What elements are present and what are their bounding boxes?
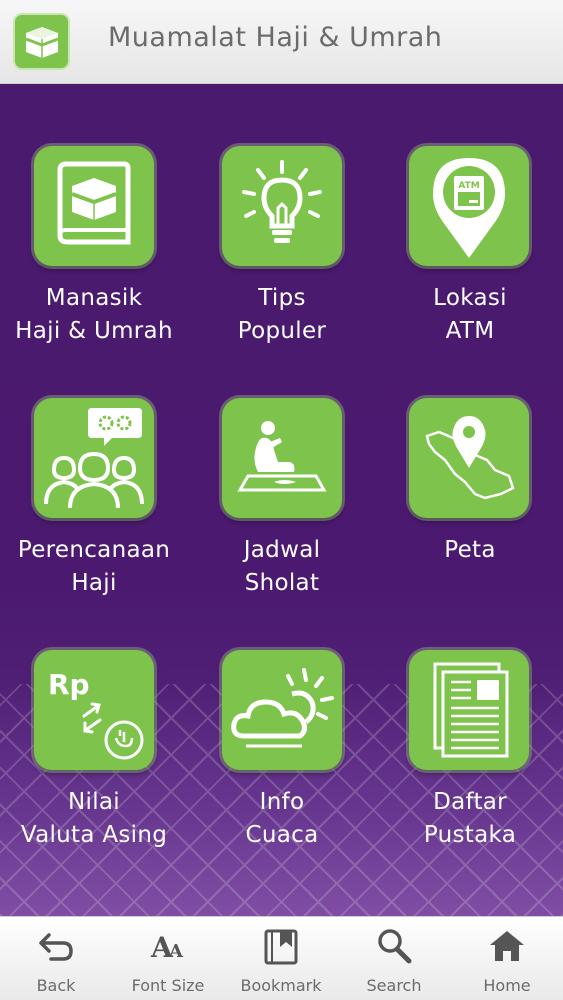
menu-item-tips[interactable] — [222, 146, 342, 266]
menu-item-cuaca[interactable] — [222, 650, 342, 770]
menu-item-manasik[interactable] — [34, 146, 154, 266]
lightbulb-icon — [242, 160, 322, 243]
bookmark-icon — [264, 929, 298, 965]
menu-label-tips: Tips Populer — [237, 285, 327, 344]
svg-text:ATM: ATM — [458, 181, 479, 191]
menu-item-pustaka[interactable] — [409, 650, 529, 770]
menu-label-jadwal-sholat: Jadwal Sholat — [243, 537, 321, 596]
menu-label-valuta: Nilai Valuta Asing — [20, 789, 168, 848]
bottom-toolbar: Back A A Font Size Bookmark Search Home — [0, 916, 563, 1000]
menu-label-pustaka: Daftar Pustaka — [423, 789, 517, 848]
font-size-button[interactable]: A A Font Size — [112, 917, 224, 1000]
search-icon — [378, 929, 412, 964]
home-button[interactable]: Home — [451, 917, 563, 1000]
back-arrow-icon — [39, 933, 73, 961]
back-button[interactable]: Back — [0, 917, 112, 1000]
menu-grid: Manasik Haji & Umrah Tips Populer ATM Lo… — [0, 84, 563, 916]
menu-item-peta[interactable] — [409, 398, 529, 518]
menu-label-peta: Peta — [444, 537, 496, 563]
menu-item-perencanaan[interactable] — [34, 398, 154, 518]
bookmark-button[interactable]: Bookmark — [225, 917, 337, 1000]
font-size-icon: A A — [150, 931, 184, 964]
weather-icon — [231, 668, 334, 748]
svg-text:A: A — [168, 941, 184, 962]
menu-label-perencanaan: Perencanaan Haji — [17, 537, 171, 596]
page-title: Muamalat Haji & Umrah — [108, 22, 443, 53]
kaaba-icon[interactable] — [13, 13, 70, 70]
currency-exchange-icon: Rp — [48, 668, 144, 760]
menu-item-atm[interactable]: ATM — [409, 146, 529, 266]
home-icon — [490, 931, 524, 961]
map-pin-icon — [425, 416, 515, 500]
pilgrims-group-icon — [44, 408, 144, 509]
document-list-icon — [433, 662, 509, 758]
search-button[interactable]: Search — [338, 917, 450, 1000]
menu-label-cuaca: Info Cuaca — [245, 789, 319, 848]
menu-item-valuta[interactable]: Rp — [34, 650, 154, 770]
atm-location-icon: ATM — [433, 158, 505, 258]
kaaba-book-icon — [57, 161, 131, 245]
app-header: Muamalat Haji & Umrah — [0, 0, 563, 84]
svg-text:Rp: Rp — [48, 668, 90, 701]
menu-item-jadwal-sholat[interactable] — [222, 398, 342, 518]
praying-person-icon — [237, 421, 327, 492]
menu-label-atm: Lokasi ATM — [433, 285, 507, 344]
menu-label-manasik: Manasik Haji & Umrah — [15, 285, 173, 344]
